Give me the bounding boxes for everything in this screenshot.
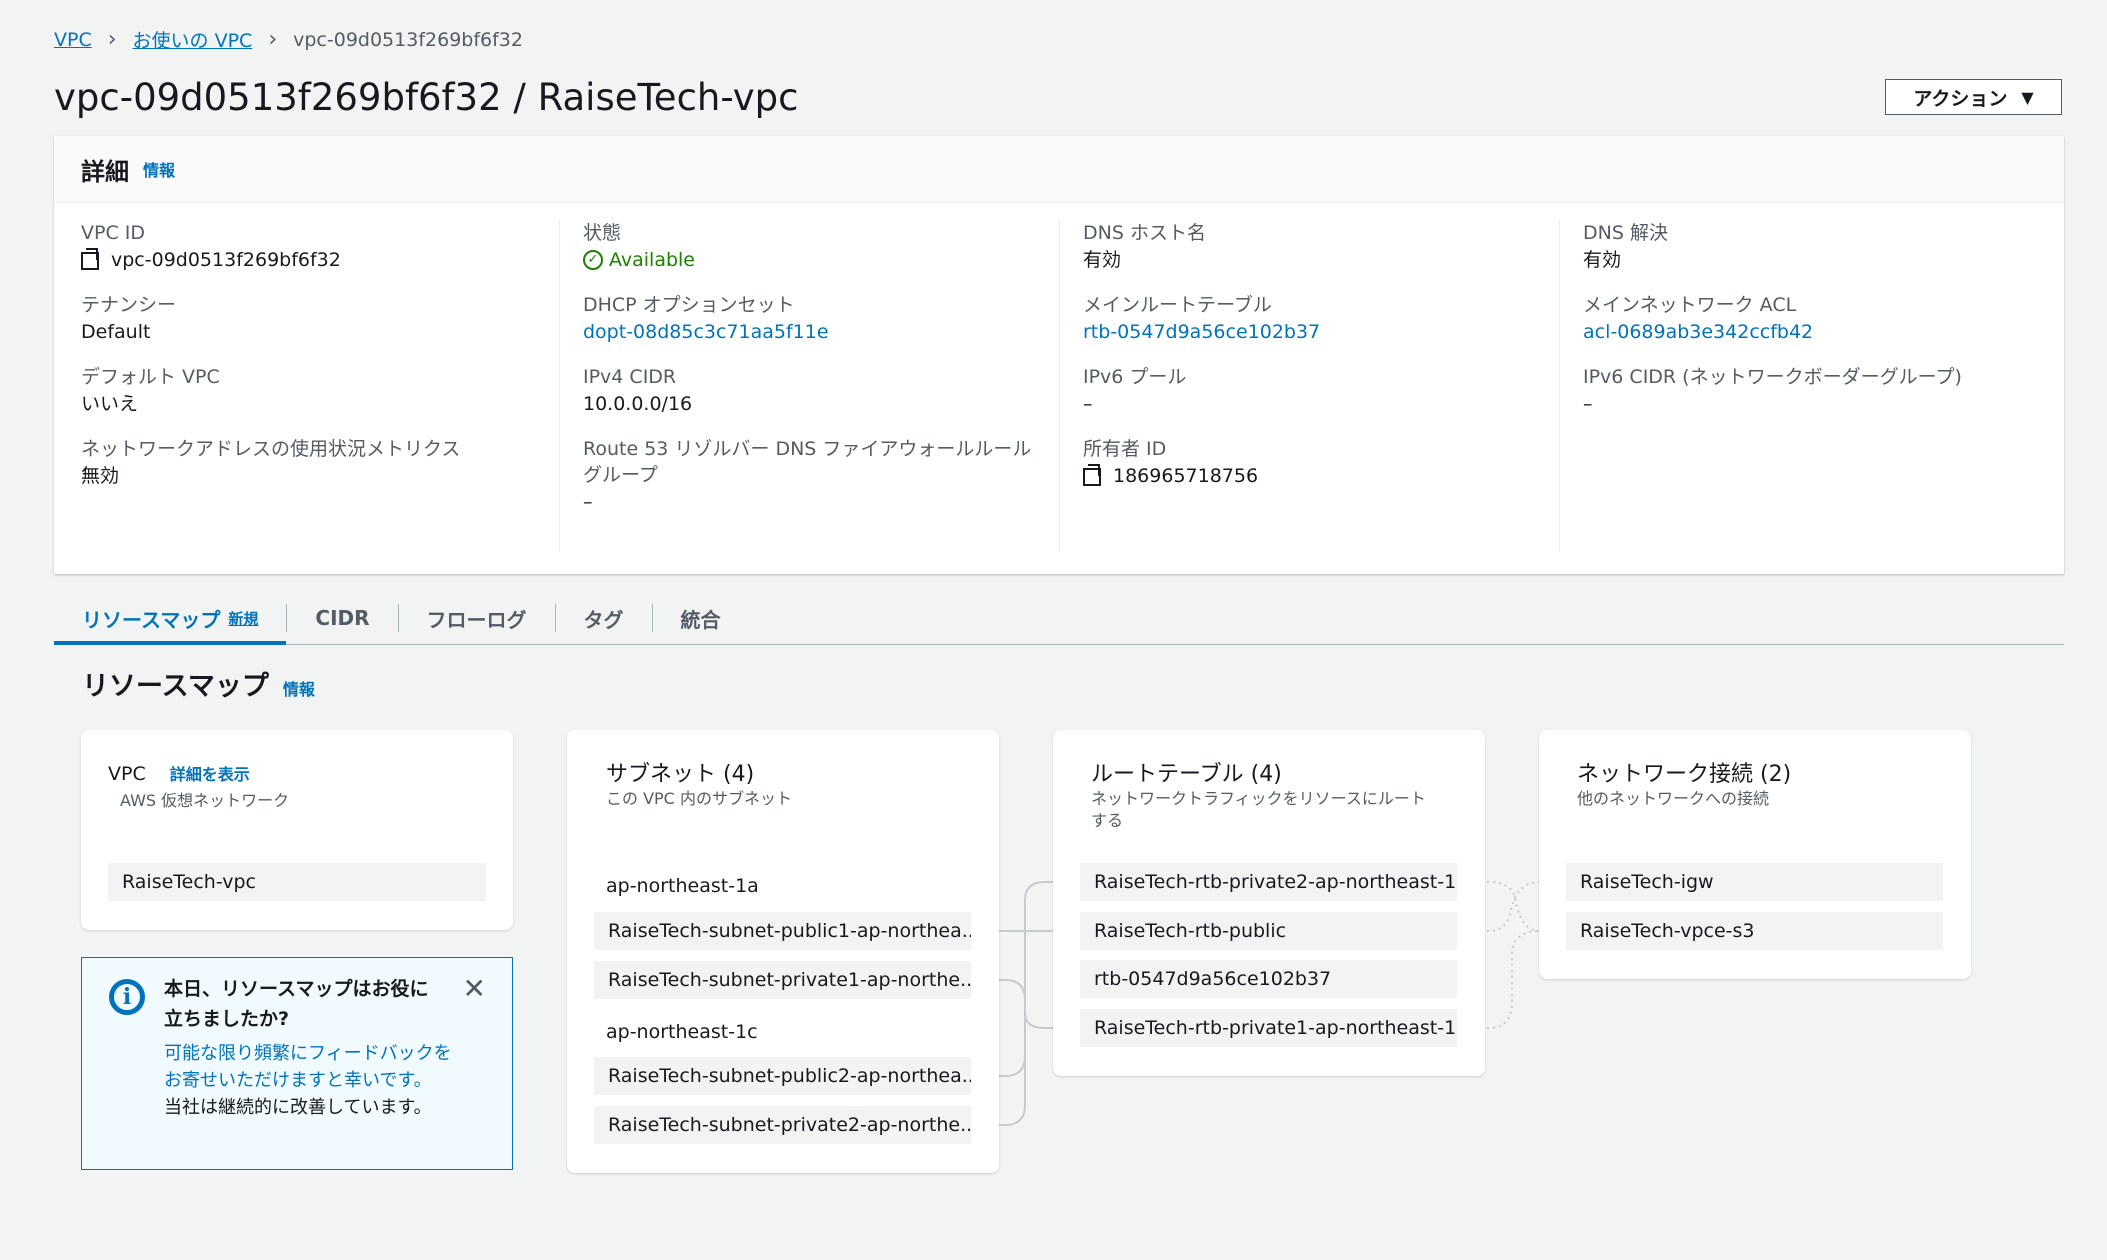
info-icon: i bbox=[109, 979, 145, 1015]
close-icon[interactable]: ✕ bbox=[463, 972, 486, 1005]
subnets-card: サブネット (4) この VPC 内のサブネット ap-northeast-1a… bbox=[567, 730, 999, 1173]
route-table-item[interactable]: RaiseTech-rtb-public bbox=[1080, 912, 1457, 950]
show-details-link[interactable]: 詳細を表示 bbox=[170, 761, 250, 785]
vpc-item[interactable]: RaiseTech-vpc bbox=[108, 863, 486, 901]
vpc-card-title: VPC bbox=[108, 763, 146, 785]
subnets-title: サブネット (4) bbox=[606, 762, 755, 787]
feedback-text: 当社は継続的に改善しています。 bbox=[164, 1097, 432, 1118]
route-table-item[interactable]: RaiseTech-rtb-private1-ap-northeast-1a bbox=[1080, 1009, 1457, 1047]
az-label-1a: ap-northeast-1a bbox=[606, 875, 759, 897]
feedback-body: 可能な限り頻繁にフィードバックをお寄せいただけますと幸いです。 当社は継続的に改… bbox=[164, 1040, 454, 1121]
network-connections-title: ネットワーク接続 (2) bbox=[1577, 762, 1792, 787]
route-tables-title: ルートテーブル (4) bbox=[1091, 762, 1282, 787]
feedback-heading: 本日、リソースマップはお役に立ちましたか? bbox=[164, 978, 429, 1030]
vpc-card: VPC 詳細を表示 AWS 仮想ネットワーク RaiseTech-vpc bbox=[81, 730, 513, 930]
subnet-item[interactable]: RaiseTech-subnet-private1-ap-northe... bbox=[594, 961, 971, 999]
network-connections-subtitle: 他のネットワークへの接続 bbox=[1577, 789, 1770, 808]
az-label-1c: ap-northeast-1c bbox=[606, 1021, 758, 1043]
network-connections-card: ネットワーク接続 (2) 他のネットワークへの接続 RaiseTech-igw … bbox=[1539, 730, 1971, 979]
feedback-link[interactable]: 可能な限り頻繁にフィードバックをお寄せいただけますと幸いです。 bbox=[164, 1043, 452, 1091]
route-tables-subtitle: ネットワークトラフィックをリソースにルートする bbox=[1091, 789, 1426, 830]
network-connection-item[interactable]: RaiseTech-igw bbox=[1566, 863, 1943, 901]
route-tables-card: ルートテーブル (4) ネットワークトラフィックをリソースにルートする Rais… bbox=[1053, 730, 1485, 1076]
route-table-item[interactable]: RaiseTech-rtb-private2-ap-northeast-1c bbox=[1080, 863, 1457, 901]
feedback-alert: i 本日、リソースマップはお役に立ちましたか? 可能な限り頻繁にフィードバックを… bbox=[81, 957, 513, 1170]
route-table-item[interactable]: rtb-0547d9a56ce102b37 bbox=[1080, 960, 1457, 998]
subnet-item[interactable]: RaiseTech-subnet-private2-ap-northe... bbox=[594, 1106, 971, 1144]
subnet-item[interactable]: RaiseTech-subnet-public1-ap-northea... bbox=[594, 912, 971, 950]
subnet-item[interactable]: RaiseTech-subnet-public2-ap-northea... bbox=[594, 1057, 971, 1095]
subnets-subtitle: この VPC 内のサブネット bbox=[606, 789, 792, 808]
vpc-card-subtitle: AWS 仮想ネットワーク bbox=[120, 791, 290, 810]
network-connection-item[interactable]: RaiseTech-vpce-s3 bbox=[1566, 912, 1943, 950]
